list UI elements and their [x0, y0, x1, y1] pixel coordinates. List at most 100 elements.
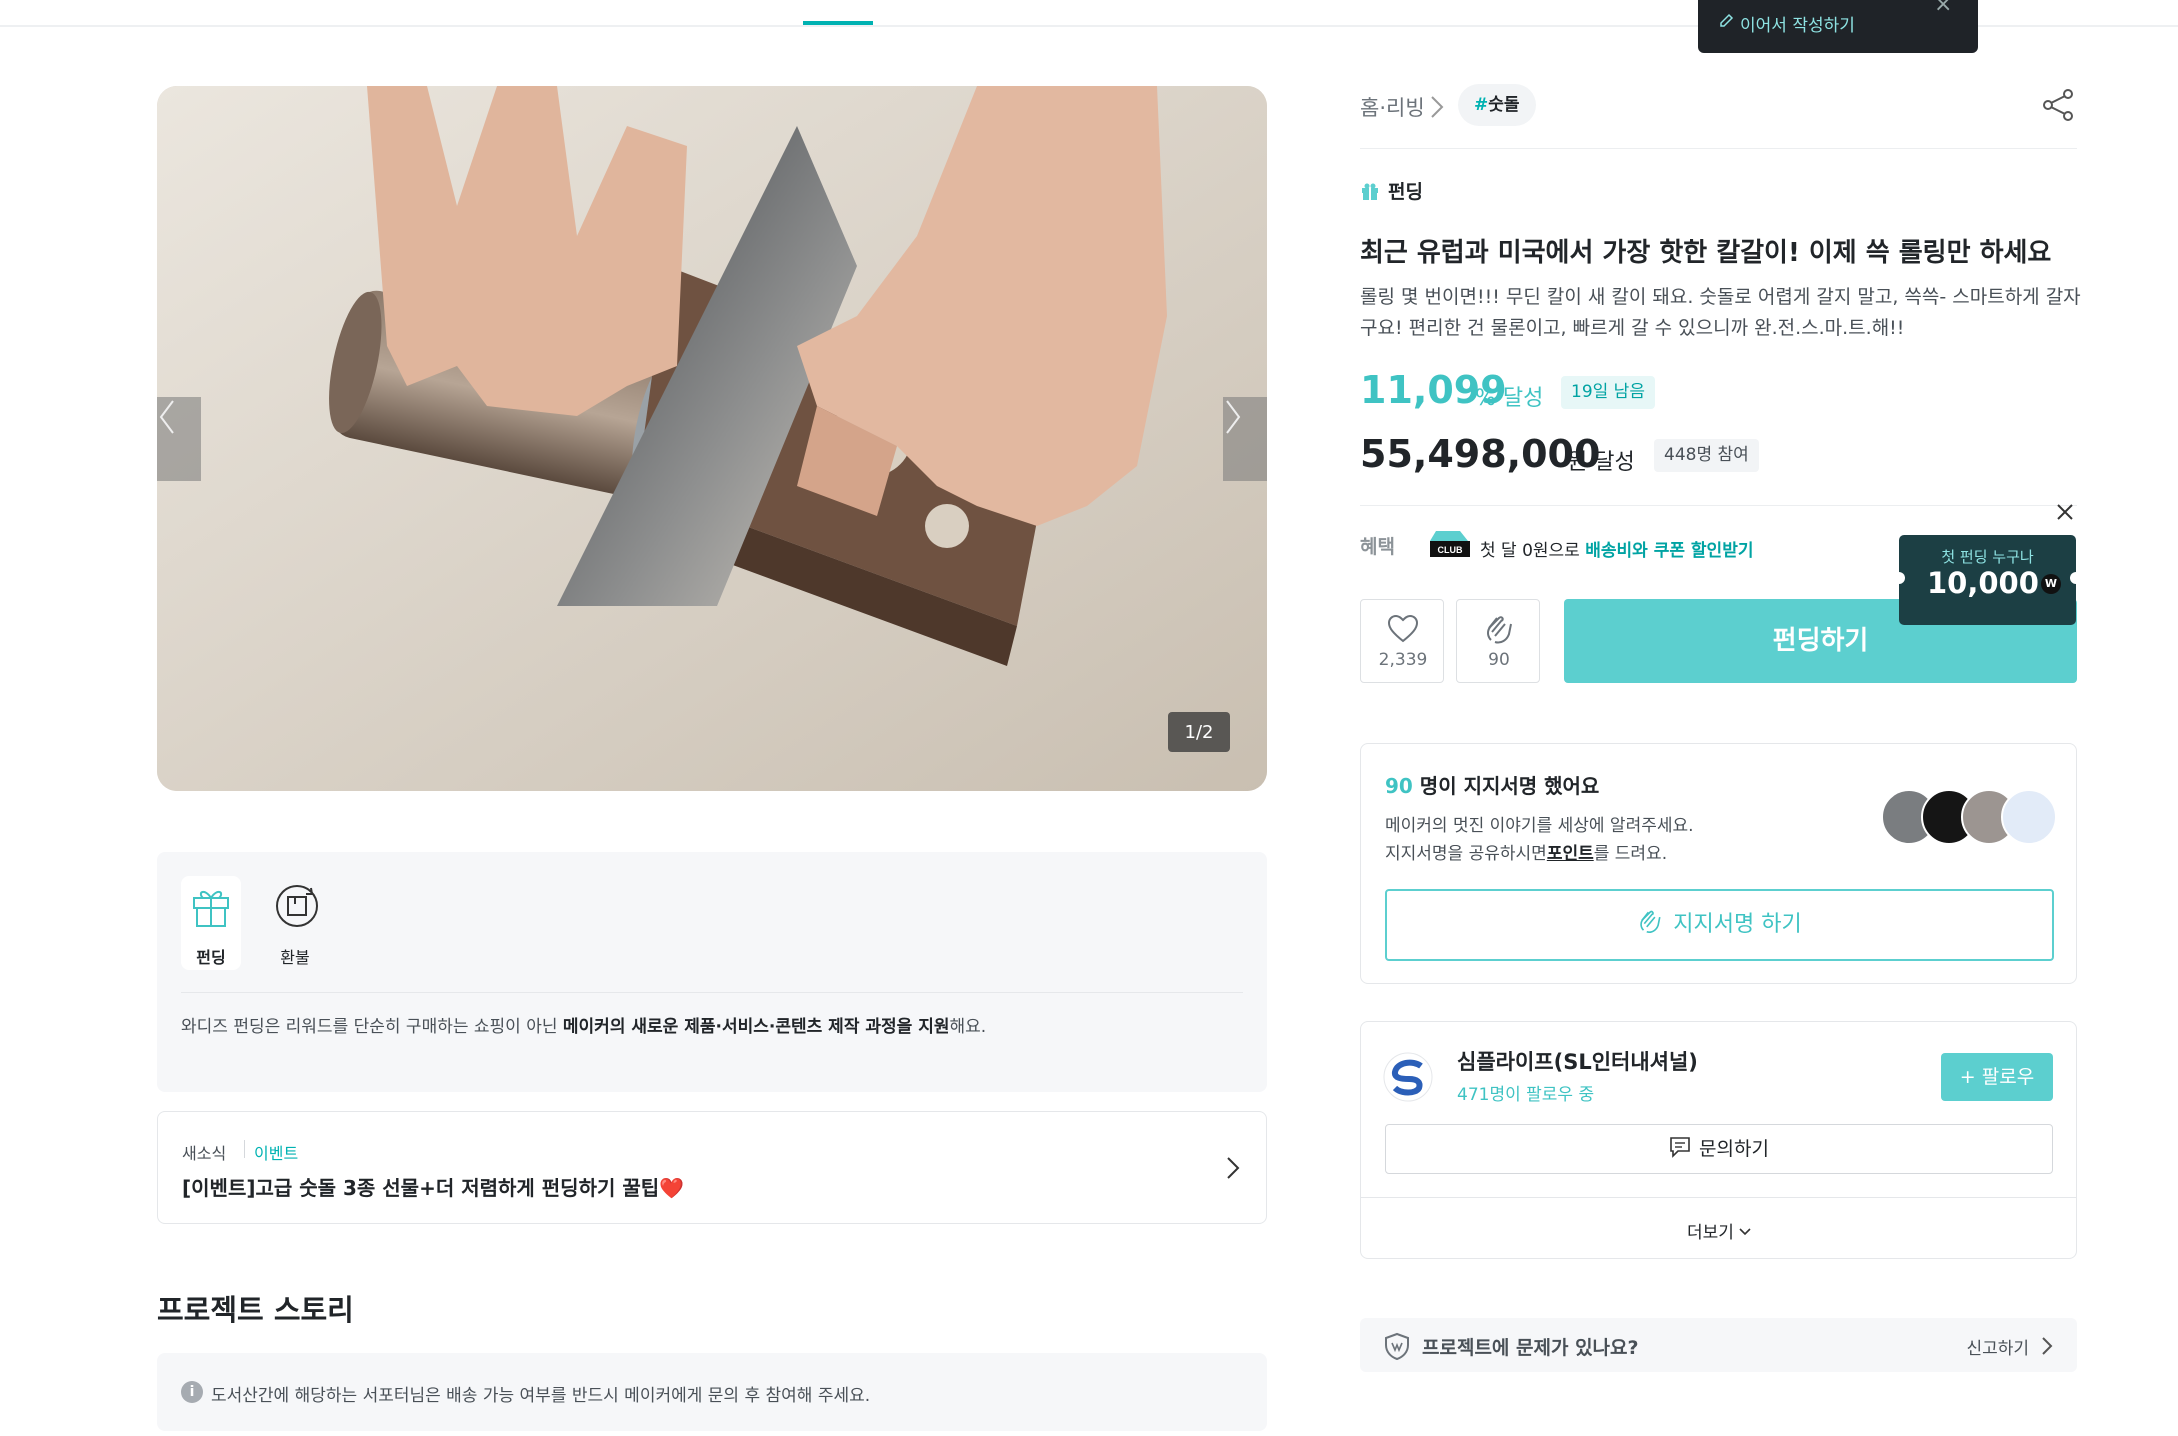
divider — [181, 992, 1243, 993]
tab-funding[interactable]: 펀딩 — [181, 876, 241, 970]
hashtag-label: 숫돌 — [1488, 95, 1520, 115]
maker-name[interactable]: 심플라이프(SL인터내셔널) — [1457, 1046, 1698, 1076]
project-type-text: 펀딩 — [1388, 181, 1423, 203]
tab-refund-label: 환불 — [280, 948, 310, 967]
info-text-prefix: 와디즈 펀딩은 리워드를 단순히 구매하는 쇼핑이 아닌 — [181, 1017, 563, 1037]
news-category: 새소식 — [182, 1144, 227, 1163]
share-icon[interactable] — [2040, 87, 2076, 123]
shield-icon — [1385, 1332, 1409, 1360]
wadiz-coin-icon: W — [2041, 574, 2061, 594]
supporters-badge: 448명 참여 — [1654, 439, 1759, 472]
project-type-label: 펀딩 — [1360, 177, 1423, 204]
divider — [244, 1140, 245, 1158]
like-button[interactable]: 2,339 — [1360, 599, 1444, 683]
signature-desc-line2: 지지서명을 공유하시면포인트를 드려요. — [1385, 840, 1694, 868]
supporter-avatars — [1881, 789, 2057, 845]
first-funding-promo[interactable]: 첫 펀딩 누구나 10,000 W — [1893, 535, 2082, 625]
signature-desc-line1: 메이커의 멋진 이야기를 세상에 알려주세요. — [1385, 816, 1694, 836]
news-tag: 이벤트 — [254, 1144, 299, 1163]
project-description: 롤링 몇 번이면!!! 무딘 칼이 새 칼이 돼요. 숫돌로 어렵게 갈지 말고… — [1360, 286, 2081, 339]
sign-support-label: 지지서명 하기 — [1673, 912, 1802, 937]
continue-writing-popup[interactable]: 이어서 작성하기 × — [1698, 0, 1978, 53]
chevron-down-icon — [1739, 1228, 1751, 1236]
shipping-notice-text: 도서산간에 해당하는 서포터님은 배송 가능 여부를 반드시 메이커에게 문의 … — [211, 1386, 871, 1406]
benefit-text[interactable]: 첫 달 0원으로 배송비와 쿠폰 할인받기 — [1480, 536, 1753, 561]
sign-support-button[interactable]: 지지서명 하기 — [1385, 889, 2054, 961]
more-button[interactable]: 더보기 — [1361, 1218, 2078, 1243]
info-text-bold: 메이커의 새로운 제품·서비스·콘텐츠 제작 과정을 지원 — [562, 1017, 950, 1037]
clap-count: 90 — [1488, 650, 1510, 670]
shipping-notice: i 도서산간에 해당하는 서포터님은 배송 가능 여부를 반드시 메이커에게 문… — [157, 1353, 1267, 1431]
report-question: 프로젝트에 문제가 있나요? — [1422, 1337, 1639, 1359]
days-left-badge: 19일 남음 — [1561, 376, 1655, 409]
promo-amount: 10,000 — [1927, 566, 2039, 600]
news-card[interactable]: 새소식 이벤트 [이벤트]고급 숫돌 3종 선물+더 저렴하게 펀딩하기 꿀팁❤… — [157, 1111, 1267, 1224]
plus-icon: + — [1959, 1066, 1976, 1088]
knife-sharpener-photo — [157, 86, 1267, 791]
pencil-icon — [1720, 13, 1734, 27]
signature-desc-prefix: 지지서명을 공유하시면 — [1385, 844, 1547, 864]
chevron-right-icon — [2042, 1337, 2053, 1355]
maker-logo[interactable] — [1383, 1052, 1433, 1102]
maker-card: 심플라이프(SL인터내셔널) 471명이 팔로우 중 + 팔로우 문의하기 더보… — [1360, 1021, 2077, 1259]
active-tab-indicator — [803, 21, 873, 25]
more-label: 더보기 — [1687, 1223, 1734, 1243]
promo-caption: 첫 펀딩 누구나 — [1941, 548, 2034, 566]
gallery-next-button[interactable] — [1223, 397, 1267, 481]
report-link[interactable]: 신고하기 — [1966, 1334, 2029, 1359]
chat-icon — [1670, 1137, 1690, 1158]
clap-icon — [1487, 616, 1512, 644]
close-icon[interactable] — [2055, 502, 2075, 522]
benefit-label: 혜택 — [1360, 536, 1395, 558]
club-logo: CLUB — [1430, 531, 1470, 557]
follow-label: 팔로우 — [1981, 1066, 2035, 1088]
hashtag-chip[interactable]: #숫돌 — [1458, 84, 1536, 126]
funding-info-box: 펀딩 환불 와디즈 펀딩은 리워드를 단순히 구매하는 쇼핑이 아닌 메이커의 … — [157, 852, 1267, 1092]
like-count: 2,339 — [1378, 650, 1428, 670]
follow-button[interactable]: + 팔로우 — [1941, 1053, 2053, 1101]
info-icon: i — [181, 1381, 203, 1403]
achievement-percent-unit: % 달성 — [1475, 386, 1544, 411]
promo-notch-right — [2070, 572, 2082, 584]
signature-count-title: 90 명이 지지서명 했어요 — [1385, 770, 1599, 799]
hash-symbol: # — [1474, 95, 1489, 115]
divider — [1360, 505, 2077, 506]
support-signature-button[interactable]: 90 — [1456, 599, 1540, 683]
project-story-heading: 프로젝트 스토리 — [157, 1293, 354, 1327]
gallery-counter: 1/2 — [1168, 712, 1230, 752]
maker-followers: 471명이 팔로우 중 — [1457, 1085, 1595, 1105]
tab-refund[interactable]: 환불 — [265, 876, 325, 970]
support-signature-card: 90 명이 지지서명 했어요 메이커의 멋진 이야기를 세상에 알려주세요. 지… — [1360, 743, 2077, 984]
refund-icon — [276, 885, 318, 927]
gift-icon — [1362, 183, 1378, 200]
chevron-right-icon — [1226, 400, 1241, 434]
tab-funding-label: 펀딩 — [196, 948, 226, 967]
heart-icon — [1387, 614, 1419, 643]
gift-icon — [193, 891, 229, 927]
inquiry-label: 문의하기 — [1699, 1138, 1769, 1160]
news-title[interactable]: [이벤트]고급 숫돌 3종 선물+더 저렴하게 펀딩하기 꿀팁❤️ — [182, 1172, 684, 1201]
close-icon[interactable]: × — [1934, 0, 1952, 17]
chevron-right-icon — [1227, 1157, 1240, 1179]
continue-writing-link[interactable]: 이어서 작성하기 — [1740, 11, 1855, 36]
report-bar[interactable]: 프로젝트에 문제가 있나요? 신고하기 — [1360, 1318, 2077, 1372]
funded-amount: 55,498,000 — [1360, 432, 1601, 476]
club-logo-text: CLUB — [1438, 545, 1463, 555]
divider — [1360, 148, 2077, 149]
breadcrumb-category[interactable]: 홈·리빙 — [1360, 92, 1425, 122]
inquiry-button[interactable]: 문의하기 — [1385, 1124, 2053, 1174]
product-image-gallery[interactable]: 1/2 — [157, 86, 1267, 791]
signature-count: 90 — [1385, 774, 1413, 798]
points-link[interactable]: 포인트 — [1547, 844, 1594, 864]
avatar — [2001, 789, 2057, 845]
funded-amount-unit: 원 달성 — [1567, 450, 1635, 475]
signature-description: 메이커의 멋진 이야기를 세상에 알려주세요. 지지서명을 공유하시면포인트를 … — [1385, 812, 1694, 868]
benefit-text-highlight: 배송비와 쿠폰 할인받기 — [1585, 541, 1754, 561]
chevron-right-icon — [1431, 96, 1444, 118]
gallery-prev-button[interactable] — [157, 397, 201, 481]
signature-title-suffix: 명이 지지서명 했어요 — [1412, 774, 1600, 798]
info-text-suffix: 해요. — [949, 1017, 987, 1037]
clap-icon — [1640, 910, 1661, 933]
promo-notch-left — [1893, 572, 1905, 584]
signature-desc-suffix: 를 드려요. — [1593, 844, 1668, 864]
